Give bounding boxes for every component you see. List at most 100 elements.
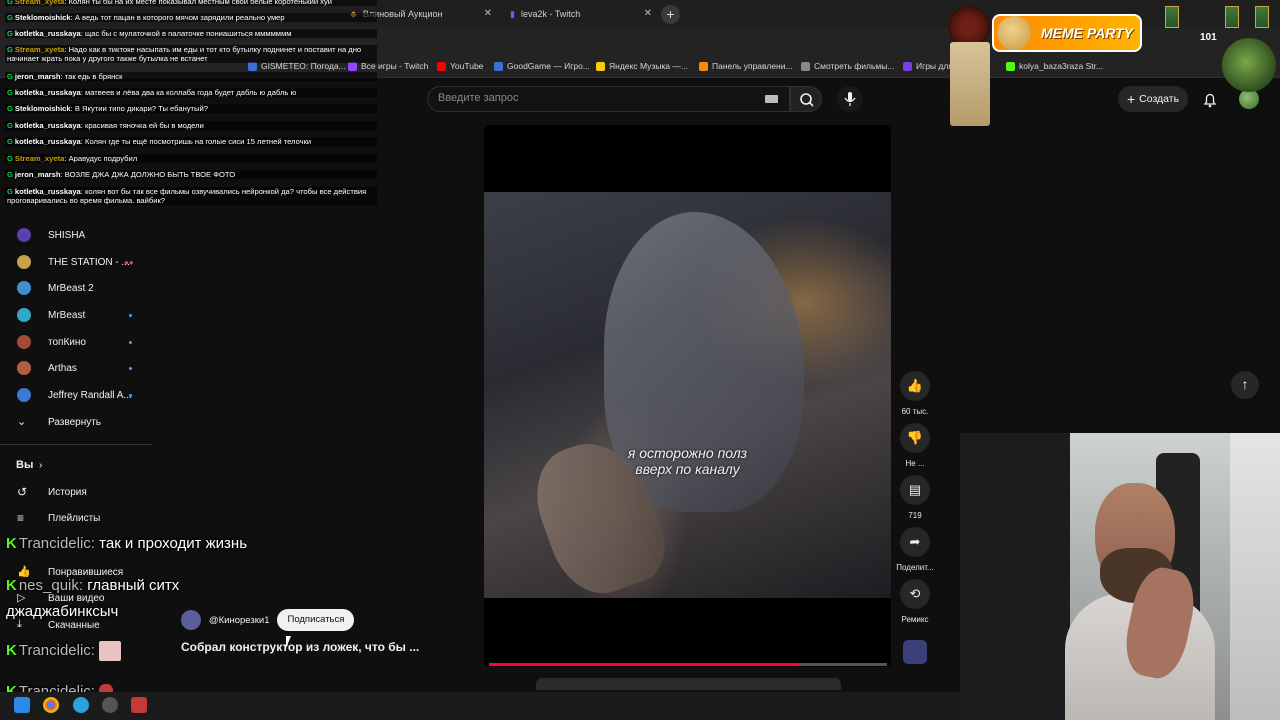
channel-avatar [17,281,31,295]
new-tab-button[interactable]: + [661,5,680,24]
chat-message: Gkotletka_russkaya: матвеев и лёва два к… [5,88,377,97]
like-button[interactable]: 👍 60 тыс. [893,371,937,416]
goodgame-icon: G [7,13,13,22]
chat-message: G Stream_xyeta: Надо как в тиктоке насыпа… [5,45,377,63]
search-button[interactable] [790,86,822,112]
goblin-emblem-overlay [1222,38,1276,92]
bookmark-control-panel[interactable]: Панель управлени... [699,61,793,71]
video-title[interactable]: Собрал конструктор из ложек, что бы ... [181,640,419,654]
chat-username: kotletka_russkaya [14,187,81,196]
chat-text: красивая тяночка ей бы в модели [85,121,204,130]
bookmark-movies[interactable]: Смотреть фильмы... [801,61,894,71]
chat-message: Gkotletka_russkaya: щас бы с мулаточкой … [5,29,377,38]
sidebar-expand[interactable]: ⌄ Развернуть [0,409,160,435]
sidebar-item-history[interactable]: ↺ История [0,479,160,505]
parchment-scroll-overlay [950,42,990,126]
sidebar-you-header[interactable]: Вы › [0,452,160,478]
previous-short-button[interactable]: ↑ [1231,371,1259,399]
search-input[interactable] [438,92,758,104]
new-content-dot [129,340,132,344]
goodgame-icon: G [7,45,13,54]
sidebar-item-label: Понравившиеся [48,566,124,578]
app-icon[interactable] [131,697,147,713]
account-avatar[interactable] [1239,89,1259,109]
channel-avatar [17,361,31,375]
close-icon[interactable]: ✕ [644,8,652,19]
channel-name: THE STATION - ... [48,256,130,268]
chat-username: Steklomoishick [14,13,71,22]
sidebar-channel-mrbeast[interactable]: MrBeast [0,302,160,328]
chat-username: jeron_marsh [14,72,61,81]
tab-twitch[interactable]: ▮ leva2k - Twitch ✕ [500,2,660,26]
chat-message: Gkotletka_russkaya: красивая тяночка ей … [5,121,377,130]
channel-avatar [17,335,31,349]
sidebar-channel-jeffrey-randall[interactable]: Jeffrey Randall A... [0,382,160,408]
medal-icon [1225,6,1239,28]
subscribe-button[interactable]: Подписаться [277,609,355,631]
new-content-dot [129,393,132,397]
chrome-icon[interactable] [43,697,59,713]
plus-icon: + [1126,91,1136,107]
goodgame-icon: G [7,88,13,97]
share-button[interactable]: ➦ Поделит... [893,527,937,572]
sidebar-divider [0,444,152,445]
sidebar-channel-the-station[interactable]: THE STATION - ... ●● [0,249,160,275]
chat-message: Gjeron_marsh: ВОЗЛЕ ДЖА ДЖА ДОЛЖНО БЫТЬ … [5,170,377,179]
video-progress-bar[interactable] [489,663,887,666]
video-frame: я осторожно полз вверх по каналу [484,192,891,607]
big-chat-message: KTrancidelic: [6,641,122,661]
windows-start-icon[interactable] [14,697,30,713]
channel-handle[interactable]: @Кинорезки1 [209,615,269,626]
sidebar-channel-topkino[interactable]: топКино [0,329,160,355]
dislike-button[interactable]: 👎 Не ... [893,423,937,468]
bookmark-yandex-music[interactable]: Яндекс Музыка —... [596,61,688,71]
bookmark-games[interactable]: Игры для [903,61,953,71]
chat-message: Gkotletka_russkaya: Колян где ты ещё пос… [5,137,377,146]
sidebar-channel-mrbeast2[interactable]: MrBeast 2 [0,275,160,301]
remix-label: Ремикс [901,615,929,624]
doge-icon [997,16,1031,50]
bookmark-label: kolya_baza3raza Str... [1019,61,1104,71]
channel-avatar[interactable] [181,610,201,630]
sidebar-channel-arthas[interactable]: Arthas [0,355,160,381]
you-header: Вы [16,459,34,471]
shorts-video-player[interactable]: я осторожно полз вверх по каналу [484,125,891,667]
bookmark-icon [494,61,503,71]
comments-button[interactable]: ▤ 719 [893,475,937,520]
new-content-dot [129,313,132,317]
remix-button[interactable]: ⟲ Ремикс [893,579,937,624]
bookmark-youtube[interactable]: YouTube [437,61,483,71]
bookmark-goodgame[interactable]: GoodGame — Игро... [494,61,590,71]
chat-message: G Steklomoishick: А ведь тот пацан в кото… [5,13,377,22]
next-short-preview[interactable] [536,678,841,690]
chat-username: kotletka_russkaya [14,121,81,130]
chat-username: Stream_xyeta [14,45,65,54]
keyboard-icon[interactable] [765,95,778,103]
search-box [427,86,790,112]
sidebar-channel-shisha[interactable]: SHISHA [0,222,160,248]
bookmark-icon [596,61,605,71]
channel-avatar [17,308,31,322]
notifications-bell-icon[interactable] [1200,90,1220,110]
video-subtitle: я осторожно полз вверх по каналу [484,445,891,477]
app-icon[interactable] [102,697,118,713]
audio-source-button[interactable] [893,640,937,664]
chat-username: Trancidelic: [18,641,95,659]
like-count: 60 тыс. [901,407,929,416]
webcam-shelf [1230,433,1280,720]
telegram-icon[interactable] [73,697,89,713]
chat-username: kotletka_russkaya [14,88,81,97]
bookmark-kick[interactable]: kolya_baza3raza Str... [1006,61,1103,71]
subtitle-line: вверх по каналу [635,461,740,477]
history-icon: ↺ [17,485,28,499]
channel-name: Jeffrey Randall A... [48,389,132,401]
voice-search-button[interactable] [837,86,863,112]
download-icon: ⤓ [17,618,22,630]
close-icon[interactable]: ✕ [484,8,492,19]
goodgame-icon: G [7,154,13,163]
chat-text: Колян где ты ещё посмотришь на голые сис… [85,137,312,146]
chat-text: Колян ты бы на их месте показывал местны… [68,0,333,6]
goodgame-icon: G [7,0,13,6]
bookmark-icon [801,61,810,71]
sidebar-item-playlists[interactable]: ≡ Плейлисты [0,505,160,531]
